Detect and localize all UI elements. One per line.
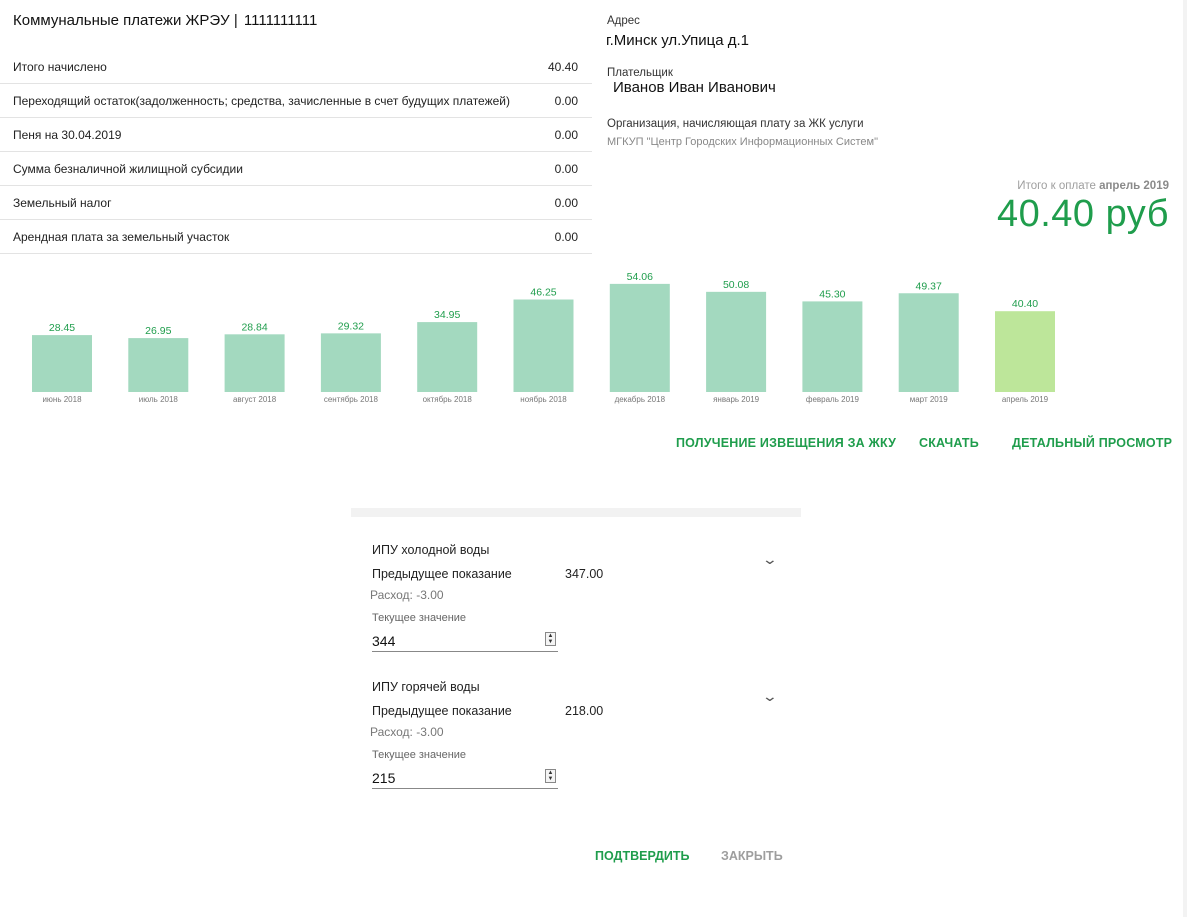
bar-month-label: март 2019: [910, 395, 948, 404]
summary-row-value: 0.00: [554, 127, 578, 142]
bar-month-label: ноябрь 2018: [520, 395, 567, 404]
chart-bar[interactable]: [898, 293, 959, 392]
total-caption-text: Итого к оплате: [1017, 180, 1096, 192]
payer-label: Плательщик: [607, 67, 673, 79]
summary-row-label: Переходящий остаток(задолженность; средс…: [13, 93, 510, 108]
account-number: 1111111111: [243, 12, 318, 29]
bar-value-label: 29.32: [338, 320, 364, 332]
bar-month-label: апрель 2019: [1002, 395, 1049, 404]
org-value: МГКУП "Центр Городских Информационных Си…: [607, 136, 879, 148]
number-spinner[interactable]: ▲ ▼: [545, 769, 556, 783]
summary-row-value: 0.00: [554, 93, 578, 108]
summary-row-value: 40.40: [547, 59, 578, 74]
summary-row: Земельный налог 0.00: [0, 186, 592, 220]
total-amount: 40.40 руб: [996, 193, 1169, 235]
bar-value-label: 40.40: [1012, 298, 1038, 310]
prev-reading-label: Предыдущее показание: [372, 567, 512, 581]
address-value: г.Минск ул.Упица д.1: [606, 32, 750, 49]
prev-reading-value: 218.00: [565, 704, 604, 718]
bar-month-label: январь 2019: [713, 395, 760, 404]
current-value-input[interactable]: 344 ▲ ▼: [372, 630, 558, 652]
summary-row-label: Земельный налог: [13, 195, 112, 210]
summary-row: Сумма безналичной жилищной субсидии 0.00: [0, 152, 592, 186]
chart-bar[interactable]: [224, 334, 285, 392]
bar-month-label: сентябрь 2018: [324, 395, 379, 404]
summary-row-label: Итого начислено: [13, 59, 107, 74]
chart-bar[interactable]: [609, 283, 670, 392]
address-label: Адрес: [607, 15, 640, 27]
bar-value-label: 34.95: [434, 309, 460, 321]
close-button[interactable]: ЗАКРЫТЬ: [721, 849, 783, 863]
summary-row: Арендная плата за земельный участок 0.00: [0, 220, 592, 254]
bar-month-label: июль 2018: [139, 395, 179, 404]
bar-value-label: 28.45: [49, 322, 75, 334]
summary-row: Переходящий остаток(задолженность; средс…: [0, 84, 592, 118]
usage-text: Расход: -3.00: [370, 588, 444, 602]
bar-month-label: октябрь 2018: [423, 395, 473, 404]
bar-month-label: июнь 2018: [42, 395, 82, 404]
detailed-view-link[interactable]: Детальный просмотр: [1012, 436, 1172, 450]
current-value-text: 215: [372, 770, 396, 786]
summary-row-label: Пеня на 30.04.2019: [13, 127, 122, 142]
org-label: Организация, начисляющая плату за ЖК усл…: [607, 118, 864, 130]
page-title: Коммунальные платежи ЖРЭУ | 1111111111: [13, 12, 317, 29]
panel-top-bar: [351, 508, 801, 517]
bar-value-label: 46.25: [530, 287, 556, 299]
current-value-input[interactable]: 215 ▲ ▼: [372, 767, 558, 789]
meter-title: ИПУ холодной воды: [372, 543, 490, 557]
bar-month-label: февраль 2019: [806, 395, 860, 404]
current-value-text: 344: [372, 633, 396, 649]
spin-down-icon[interactable]: ▼: [548, 639, 554, 645]
summary-row-value: 0.00: [554, 195, 578, 210]
summary-row: Итого начислено 40.40: [0, 50, 592, 84]
confirm-button[interactable]: ПОДТВЕРДИТЬ: [595, 849, 690, 863]
page-title-text: Коммунальные платежи ЖРЭУ |: [13, 12, 238, 29]
prev-reading-label: Предыдущее показание: [372, 704, 512, 718]
meter-title: ИПУ горячей воды: [372, 680, 480, 694]
spin-down-icon[interactable]: ▼: [548, 776, 554, 782]
chart-bar[interactable]: [706, 291, 767, 392]
bar-value-label: 49.37: [916, 280, 942, 292]
number-spinner[interactable]: ▲ ▼: [545, 632, 556, 646]
bar-month-label: декабрь 2018: [615, 395, 666, 404]
current-value-label: Текущее значение: [372, 749, 467, 761]
chart-bar[interactable]: [995, 311, 1055, 392]
chart-bar[interactable]: [513, 299, 574, 393]
chart-bar[interactable]: [802, 301, 863, 392]
total-period: апрель 2019: [1099, 180, 1169, 192]
download-link[interactable]: Скачать: [919, 436, 979, 450]
bar-value-label: 26.95: [145, 325, 171, 337]
summary-row-value: 0.00: [554, 161, 578, 176]
bar-value-label: 54.06: [627, 271, 653, 283]
summary-row-label: Арендная плата за земельный участок: [13, 229, 230, 244]
total-caption: Итого к оплате апрель 2019: [1017, 180, 1169, 192]
chart-bar[interactable]: [320, 333, 381, 392]
bar-month-label: август 2018: [233, 395, 277, 404]
usage-text: Расход: -3.00: [370, 725, 444, 739]
scrollbar[interactable]: [1183, 0, 1187, 917]
bar-value-label: 45.30: [819, 288, 845, 300]
payer-value: Иванов Иван Иванович: [613, 79, 776, 96]
chart-bar[interactable]: [128, 338, 189, 392]
bar-value-label: 28.84: [241, 321, 267, 333]
chevron-down-icon[interactable]: ⌄: [762, 551, 778, 568]
chart-bar[interactable]: [32, 335, 92, 392]
prev-reading-value: 347.00: [565, 567, 604, 581]
summary-row: Пеня на 30.04.2019 0.00: [0, 118, 592, 152]
current-value-label: Текущее значение: [372, 612, 467, 624]
summary-row-value: 0.00: [554, 229, 578, 244]
get-notice-link[interactable]: Получение извещения за ЖКУ: [676, 436, 896, 450]
bar-value-label: 50.08: [723, 279, 749, 291]
chart-bar[interactable]: [417, 322, 478, 392]
charges-summary: Итого начислено 40.40 Переходящий остато…: [0, 50, 592, 254]
chevron-down-icon[interactable]: ⌄: [762, 688, 778, 705]
monthly-charges-chart: 28.45 июнь 2018 26.95 июль 2018 28.84 август …: [32, 271, 1055, 404]
summary-row-label: Сумма безналичной жилищной субсидии: [13, 161, 243, 176]
